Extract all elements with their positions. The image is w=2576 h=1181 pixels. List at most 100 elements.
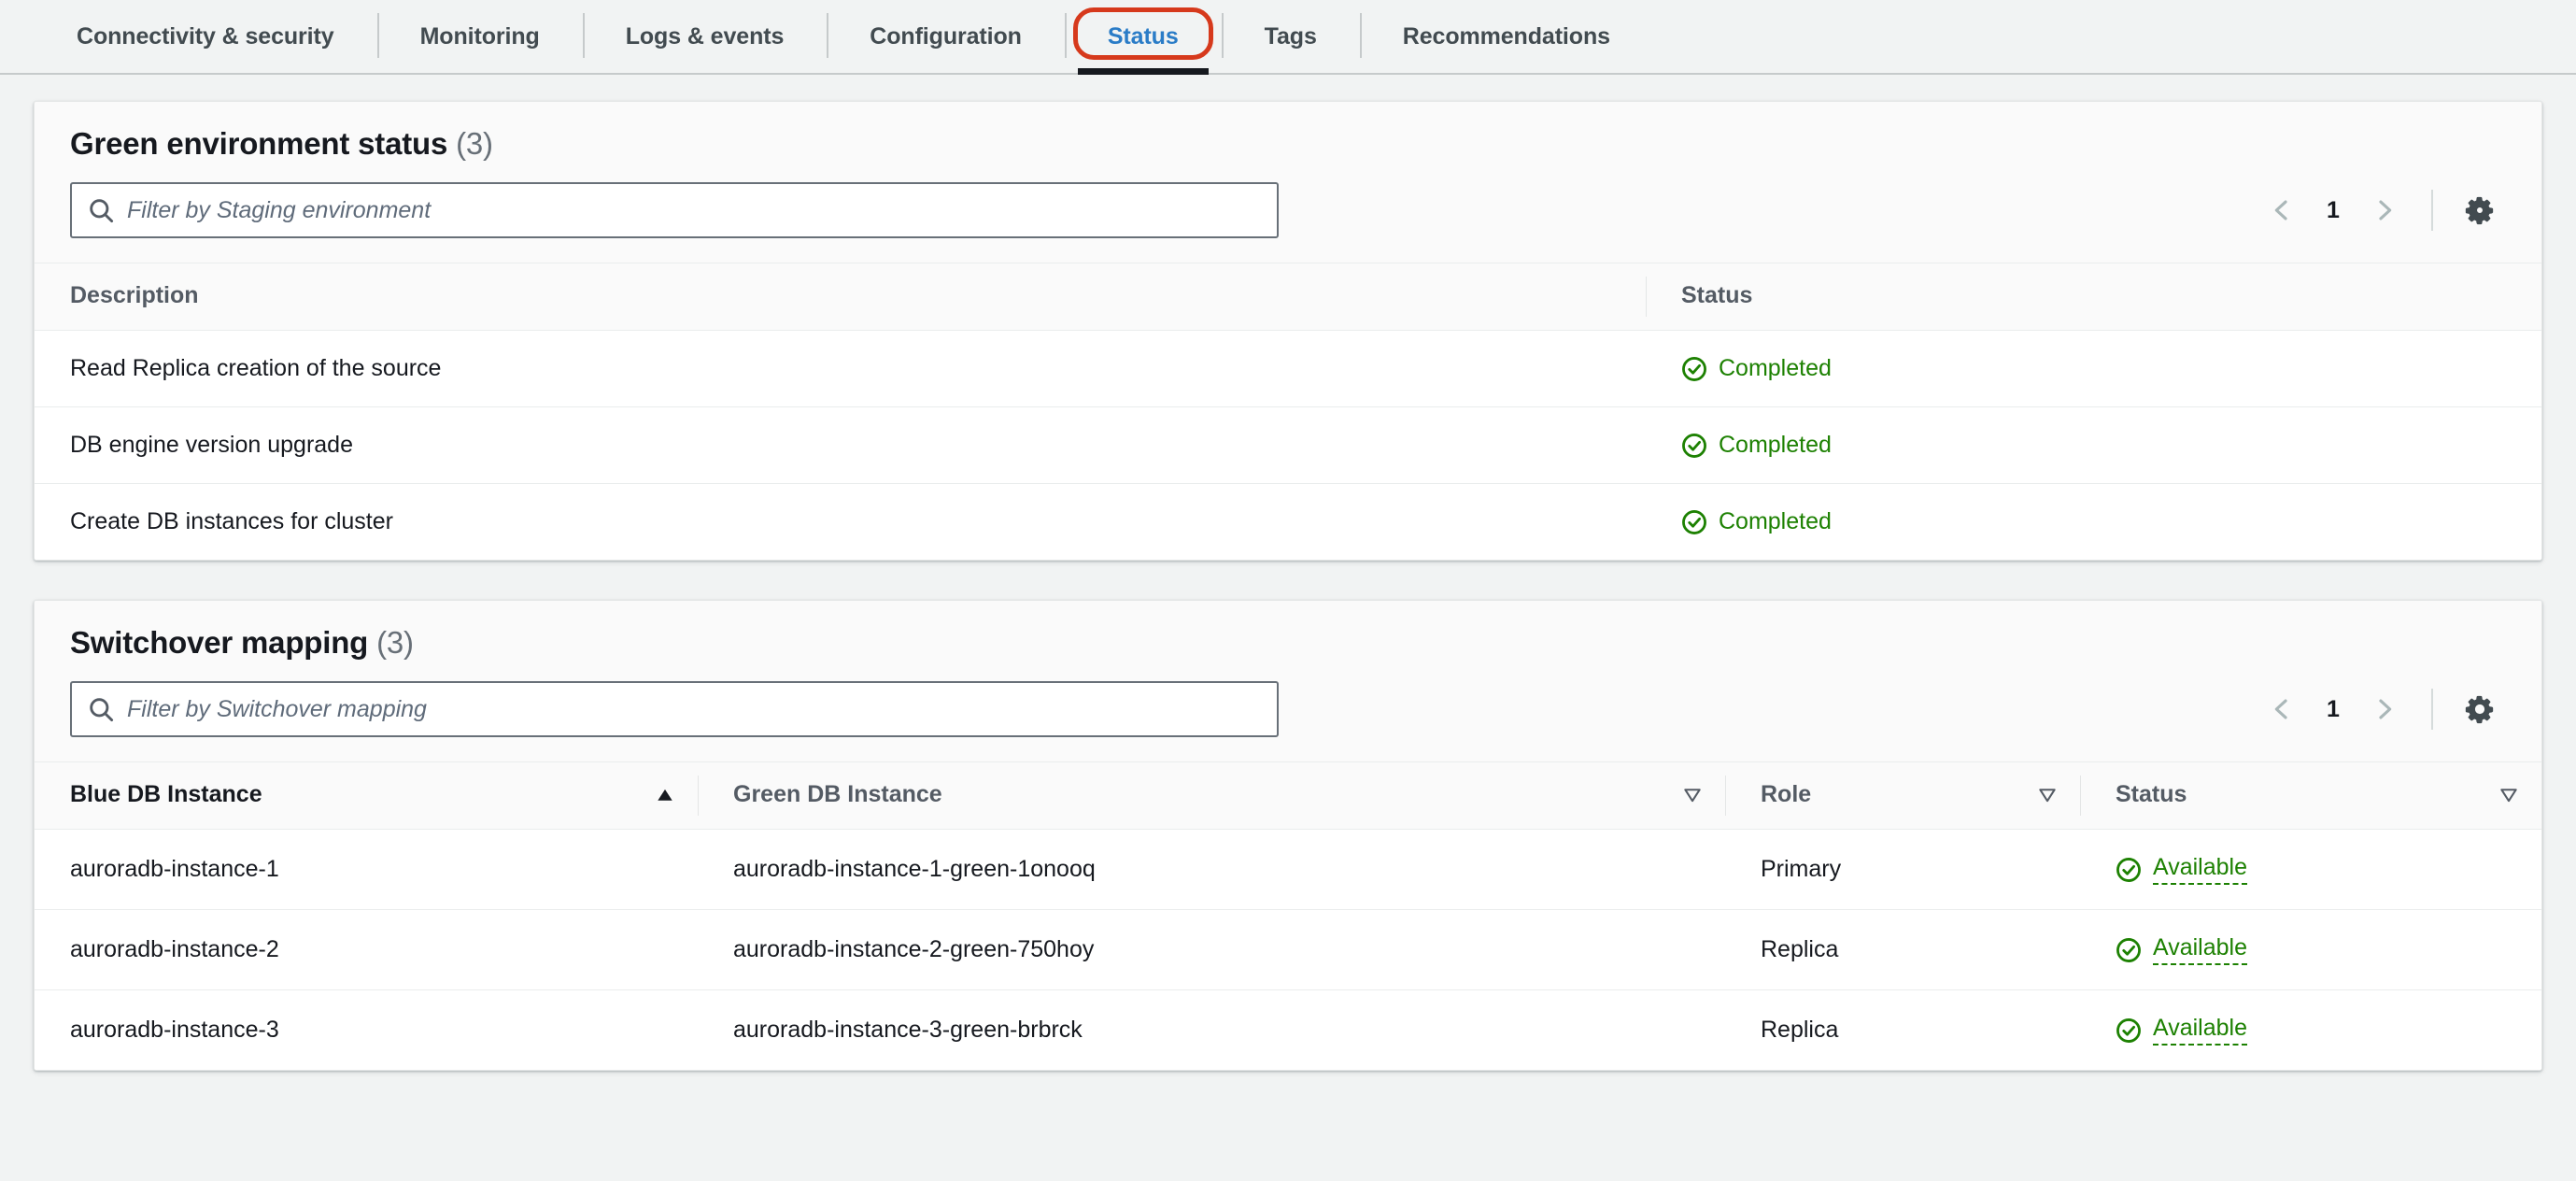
table-toolbar: 1 xyxy=(35,165,2541,263)
chevron-left-icon xyxy=(2274,200,2287,221)
status-tab-content: Green environment status (3) Filter by S… xyxy=(0,75,2576,1071)
card-title-text: Switchover mapping xyxy=(70,625,369,660)
table-row: auroradb-instance-3 auroradb-instance-3-… xyxy=(35,989,2541,1070)
tab-connectivity-security[interactable]: Connectivity & security xyxy=(34,0,377,73)
cell-status: Completed xyxy=(1646,406,2541,484)
gear-icon xyxy=(2465,695,2494,724)
cell-green-db-instance: auroradb-instance-1-green-1onooq xyxy=(698,829,1725,910)
switchover-mapping-card: Switchover mapping (3) Filter by Switcho… xyxy=(34,600,2542,1071)
tab-label: Recommendations xyxy=(1402,22,1610,50)
pagination-previous-button[interactable] xyxy=(2256,184,2308,236)
card-title-text: Green environment status xyxy=(70,126,448,161)
chevron-right-icon xyxy=(2379,699,2392,719)
column-header-label: Blue DB Instance xyxy=(70,781,262,807)
tab-label: Configuration xyxy=(870,22,1022,50)
column-header-role[interactable]: Role xyxy=(1725,761,2080,830)
cell-description: DB engine version upgrade xyxy=(35,406,1646,484)
column-header-status[interactable]: Status xyxy=(2080,761,2541,830)
table-header-row: Blue DB Instance Green DB Instance Role … xyxy=(35,761,2541,830)
page-title: Switchover mapping (3) xyxy=(70,625,2506,664)
table-header-row: Description Status xyxy=(35,263,2541,331)
cell-role: Primary xyxy=(1725,829,2080,910)
search-icon xyxy=(90,198,114,222)
pagination-page-1[interactable]: 1 xyxy=(2312,197,2355,224)
cell-status: Available xyxy=(2080,829,2541,910)
tab-logs-events[interactable]: Logs & events xyxy=(582,0,828,73)
search-input[interactable] xyxy=(127,196,1260,224)
check-circle-icon xyxy=(1682,509,1706,534)
tab-configuration[interactable]: Configuration xyxy=(827,0,1065,73)
table-preferences-button[interactable] xyxy=(2454,683,2506,735)
cell-green-db-instance: auroradb-instance-2-green-750hoy xyxy=(698,909,1725,990)
card-header: Green environment status (3) xyxy=(35,102,2541,165)
table-toolbar: 1 xyxy=(35,664,2541,761)
staging-environment-filter[interactable] xyxy=(70,182,1279,238)
status-badge[interactable]: Available xyxy=(2153,1015,2248,1046)
toolbar-divider xyxy=(2431,190,2433,231)
search-icon xyxy=(90,697,114,721)
tab-tags[interactable]: Tags xyxy=(1221,0,1360,73)
pagination-previous-button[interactable] xyxy=(2256,683,2308,735)
pagination-next-button[interactable] xyxy=(2358,184,2411,236)
cell-blue-db-instance: auroradb-instance-2 xyxy=(35,909,698,990)
column-header-label: Status xyxy=(1681,282,1753,308)
sort-descending-icon xyxy=(2500,788,2517,802)
cell-green-db-instance: auroradb-instance-3-green-brbrck xyxy=(698,989,1725,1070)
check-circle-icon xyxy=(2116,857,2141,882)
pagination: 1 xyxy=(2256,683,2411,735)
pagination: 1 xyxy=(2256,184,2411,236)
column-header-label: Role xyxy=(1761,781,1812,807)
cell-status: Available xyxy=(2080,909,2541,990)
status-badge: Completed xyxy=(1719,355,1832,381)
chevron-right-icon xyxy=(2379,200,2392,221)
column-header-green-db-instance[interactable]: Green DB Instance xyxy=(698,761,1725,830)
cell-blue-db-instance: auroradb-instance-1 xyxy=(35,829,698,910)
cell-blue-db-instance: auroradb-instance-3 xyxy=(35,989,698,1070)
green-environment-status-card: Green environment status (3) Filter by S… xyxy=(34,101,2542,561)
column-header-label: Status xyxy=(2116,781,2187,807)
cell-status: Completed xyxy=(1646,483,2541,560)
table-row: auroradb-instance-1 auroradb-instance-1-… xyxy=(35,829,2541,910)
tab-status[interactable]: Status xyxy=(1064,0,1222,75)
column-header-label: Description xyxy=(70,282,199,308)
toolbar-divider xyxy=(2431,689,2433,730)
column-header-status[interactable]: Status xyxy=(1646,263,2541,331)
tab-label: Monitoring xyxy=(419,22,540,50)
status-badge: Completed xyxy=(1719,432,1832,458)
sort-descending-icon xyxy=(1684,788,1701,802)
tab-recommendations[interactable]: Recommendations xyxy=(1359,0,1653,73)
pagination-page-1[interactable]: 1 xyxy=(2312,696,2355,723)
card-header: Switchover mapping (3) xyxy=(35,601,2541,664)
switchover-mapping-filter[interactable] xyxy=(70,681,1279,737)
status-badge[interactable]: Available xyxy=(2153,934,2248,965)
table-tools: 1 xyxy=(2256,683,2506,735)
card-item-count: (3) xyxy=(456,126,493,161)
column-header-blue-db-instance[interactable]: Blue DB Instance xyxy=(35,761,698,830)
cell-role: Replica xyxy=(1725,989,2080,1070)
green-environment-status-table: Description Status Read Replica creation… xyxy=(35,263,2541,560)
pagination-next-button[interactable] xyxy=(2358,683,2411,735)
search-input[interactable] xyxy=(127,695,1260,723)
cell-status: Available xyxy=(2080,989,2541,1070)
tab-label: Logs & events xyxy=(625,22,785,50)
sort-descending-icon xyxy=(2039,788,2056,802)
check-circle-icon xyxy=(1682,433,1706,458)
table-row: auroradb-instance-2 auroradb-instance-2-… xyxy=(35,909,2541,990)
switchover-mapping-table: Blue DB Instance Green DB Instance Role … xyxy=(35,761,2541,1070)
tab-label: Status xyxy=(1107,22,1179,50)
status-badge[interactable]: Available xyxy=(2153,854,2248,885)
check-circle-icon xyxy=(1682,356,1706,381)
tab-monitoring[interactable]: Monitoring xyxy=(376,0,583,73)
table-tools: 1 xyxy=(2256,184,2506,236)
cell-role: Replica xyxy=(1725,909,2080,990)
tab-label: Tags xyxy=(1264,22,1317,50)
table-row: Create DB instances for cluster Complete… xyxy=(35,483,2541,560)
column-header-label: Green DB Instance xyxy=(733,781,942,807)
column-header-description[interactable]: Description xyxy=(35,263,1646,331)
cell-status: Completed xyxy=(1646,330,2541,407)
gear-icon xyxy=(2465,196,2494,225)
cell-description: Read Replica creation of the source xyxy=(35,330,1646,407)
card-item-count: (3) xyxy=(376,625,414,660)
check-circle-icon xyxy=(2116,937,2141,962)
table-preferences-button[interactable] xyxy=(2454,184,2506,236)
